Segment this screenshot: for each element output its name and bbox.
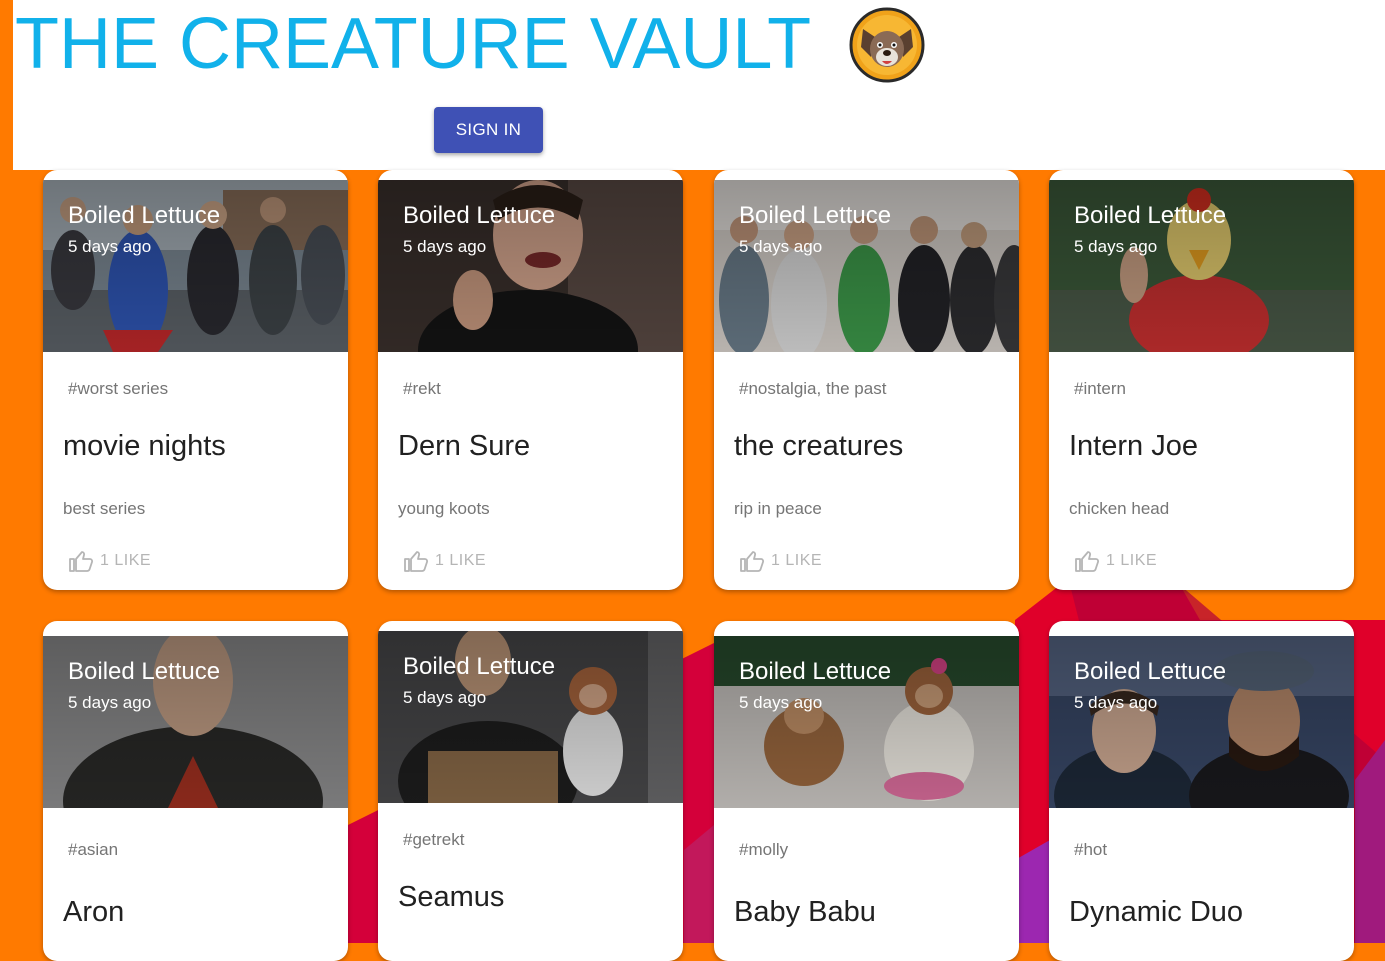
card-title: Aron <box>63 896 125 928</box>
post-card[interactable]: Boiled Lettuce 5 days ago #asian Aron <box>43 621 348 961</box>
card-author: Boiled Lettuce <box>403 653 556 680</box>
like-button[interactable]: 1 LIKE <box>68 549 151 573</box>
post-card[interactable]: Boiled Lettuce 5 days ago #getrekt Seamu… <box>378 621 683 961</box>
card-author: Boiled Lettuce <box>1074 202 1227 229</box>
thumbs-up-icon <box>1075 551 1100 572</box>
card-tag: #getrekt <box>403 830 465 849</box>
card-tag: #intern <box>1074 379 1126 398</box>
card-title: Dynamic Duo <box>1069 896 1244 928</box>
card-author: Boiled Lettuce <box>739 658 892 685</box>
card-author: Boiled Lettuce <box>1074 658 1227 685</box>
like-button[interactable]: 1 LIKE <box>1074 549 1157 573</box>
card-description: young koots <box>398 499 490 518</box>
like-button[interactable]: 1 LIKE <box>739 549 822 573</box>
card-tag: #asian <box>68 840 119 859</box>
post-card[interactable]: Boiled Lettuce 5 days ago #intern Intern… <box>1049 170 1354 590</box>
card-tag: #nostalgia, the past <box>739 379 887 398</box>
card-title: Seamus <box>398 881 505 913</box>
card-timestamp: 5 days ago <box>1074 237 1158 256</box>
thumbs-up-icon <box>404 551 429 572</box>
card-media: Boiled Lettuce 5 days ago <box>714 636 1019 808</box>
card-timestamp: 5 days ago <box>739 237 823 256</box>
post-card[interactable]: Boiled Lettuce 5 days ago #nostalgia, th… <box>714 170 1019 590</box>
card-tag: #rekt <box>403 379 441 398</box>
like-count: 1 LIKE <box>1106 552 1158 569</box>
card-media: Boiled Lettuce 5 days ago <box>378 180 683 352</box>
card-timestamp: 5 days ago <box>739 693 823 712</box>
card-title: Baby Babu <box>734 896 876 928</box>
card-author: Boiled Lettuce <box>403 202 556 229</box>
post-card[interactable]: Boiled Lettuce 5 days ago #hot Dynamic D… <box>1049 621 1354 961</box>
thumbs-up-icon <box>740 551 765 572</box>
post-card[interactable]: Boiled Lettuce 5 days ago #rekt Dern Sur… <box>378 170 683 590</box>
page-title: THE CREATURE VAULT <box>15 4 812 84</box>
card-timestamp: 5 days ago <box>403 688 487 707</box>
card-media: Boiled Lettuce 5 days ago <box>378 631 683 803</box>
card-description: rip in peace <box>734 499 822 518</box>
card-author: Boiled Lettuce <box>68 202 221 229</box>
card-title: the creatures <box>734 430 904 462</box>
card-timestamp: 5 days ago <box>68 237 152 256</box>
sign-in-button[interactable]: SIGN IN <box>434 107 543 153</box>
card-timestamp: 5 days ago <box>1074 693 1158 712</box>
card-author: Boiled Lettuce <box>739 202 892 229</box>
thumbs-up-icon <box>69 551 94 572</box>
like-count: 1 LIKE <box>435 552 487 569</box>
card-media: Boiled Lettuce 5 days ago <box>43 636 348 808</box>
card-tag: #molly <box>739 840 789 859</box>
post-card[interactable]: Boiled Lettuce 5 days ago #worst series … <box>43 170 348 590</box>
card-title: Dern Sure <box>398 430 531 462</box>
card-media: Boiled Lettuce 5 days ago <box>1049 636 1354 808</box>
card-title: movie nights <box>63 430 226 462</box>
card-title: Intern Joe <box>1069 430 1198 462</box>
card-tag: #hot <box>1074 840 1108 859</box>
app-header: THE CREATURE VAULT SIGN IN <box>13 0 1385 170</box>
card-media: Boiled Lettuce 5 days ago <box>1049 180 1354 352</box>
like-count: 1 LIKE <box>771 552 823 569</box>
like-button[interactable]: 1 LIKE <box>403 549 486 573</box>
card-description: chicken head <box>1069 499 1170 518</box>
card-timestamp: 5 days ago <box>403 237 487 256</box>
card-author: Boiled Lettuce <box>68 658 221 685</box>
card-description: best series <box>63 499 146 518</box>
like-count: 1 LIKE <box>100 552 152 569</box>
card-media: Boiled Lettuce 5 days ago <box>714 180 1019 352</box>
card-tag: #worst series <box>68 379 169 398</box>
post-card[interactable]: Boiled Lettuce 5 days ago #molly Baby Ba… <box>714 621 1019 961</box>
card-media: Boiled Lettuce 5 days ago <box>43 180 348 352</box>
creature-dog-logo-icon <box>849 7 925 83</box>
card-timestamp: 5 days ago <box>68 693 152 712</box>
